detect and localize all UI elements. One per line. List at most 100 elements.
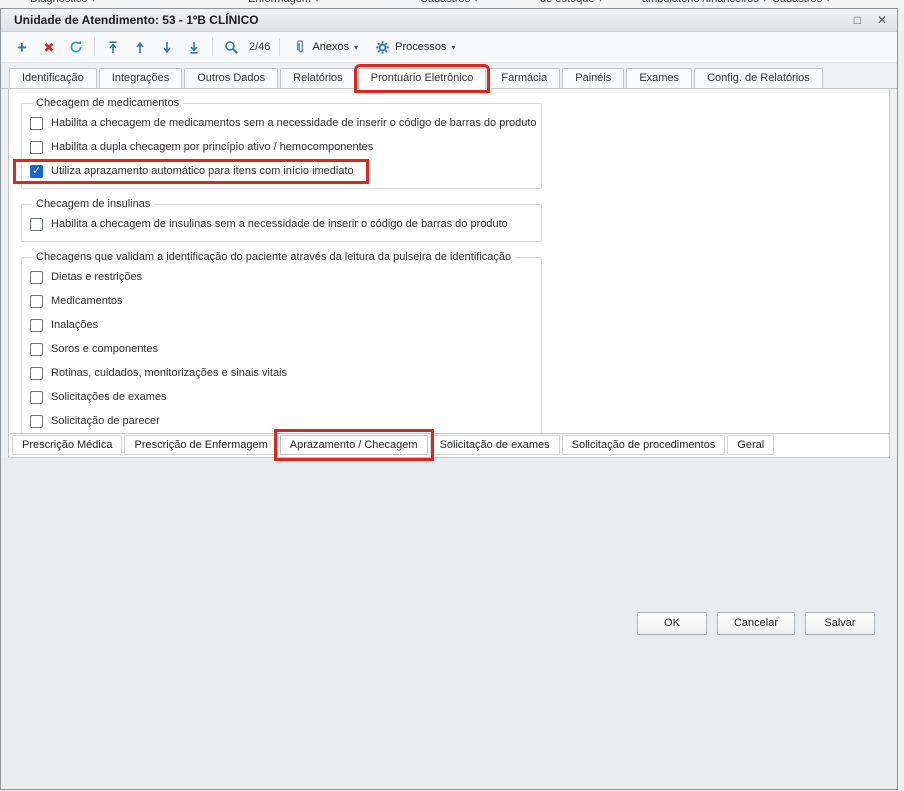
checkbox-icon[interactable] (30, 390, 43, 404)
red-x-icon: ✖ (43, 39, 55, 55)
search-button[interactable] (222, 37, 240, 57)
group-title: Checagem de medicamentos (36, 97, 180, 109)
chevron-down-icon: ▾ (354, 42, 359, 52)
checkbox-soros-e-componentes[interactable]: Soros e componentes (30, 337, 533, 361)
chevron-down-icon: ▾ (91, 0, 95, 4)
refresh-button[interactable] (67, 37, 85, 57)
top-tabstrip: Identificação Integrações Outros Dados R… (1, 63, 897, 93)
bottom-tab-aprazamento-checagem[interactable]: Aprazamento / Checagem (273, 429, 434, 461)
checkbox-label: Rotinas, cuidados, monitorizações e sina… (51, 367, 288, 379)
checkbox-icon[interactable] (30, 164, 43, 178)
paperclip-icon (297, 40, 304, 53)
window-controls: □ ✕ (854, 14, 887, 26)
group-checagens-pulseira-identificacao: Checagens que validam a identificação do… (21, 251, 542, 434)
checkbox-dietas-e-restricoes[interactable]: Dietas e restrições (30, 265, 533, 289)
checkbox-icon[interactable] (30, 414, 43, 428)
tab-relatorios[interactable]: Relatórios (280, 68, 356, 88)
checkbox-icon[interactable] (30, 217, 43, 231)
checkbox-rotinas-cuidados-monitorizacoes-sinais-vitais[interactable]: Rotinas, cuidados, monitorizações e sina… (30, 361, 533, 385)
chevron-down-icon: ▾ (598, 0, 602, 4)
background-menu-item[interactable]: de estoque▾ (540, 0, 602, 5)
dialog-unidade-de-atendimento: Unidade de Atendimento: 53 - 1ºB CLÍNICO… (0, 8, 898, 790)
checkbox-label: Habilita a dupla checagem por princípio … (51, 141, 374, 153)
checkbox-icon[interactable] (30, 318, 43, 332)
chevron-down-icon: ▾ (315, 0, 319, 4)
bottom-tab-geral[interactable]: Geral (727, 435, 775, 455)
bottom-tab-solicitacao-de-exames[interactable]: Solicitação de exames (429, 435, 560, 455)
save-button[interactable]: Salvar (805, 611, 875, 635)
maximize-button[interactable]: □ (854, 14, 861, 26)
titlebar[interactable]: Unidade de Atendimento: 53 - 1ºB CLÍNICO… (1, 9, 897, 32)
checkbox-label: Solicitação de parecer (51, 415, 160, 427)
plus-icon: + (17, 37, 27, 57)
checkbox-icon[interactable] (30, 342, 43, 356)
bottom-tab-solicitacao-de-procedimentos[interactable]: Solicitação de procedimentos (561, 435, 726, 455)
tab-farmacia[interactable]: Farmácia (488, 68, 561, 88)
checkbox-alta-transferencia[interactable]: Alta/transferência (30, 433, 533, 434)
tab-paineis[interactable]: Painéis (562, 68, 625, 88)
toolbar-separator (94, 38, 95, 56)
chevron-down-icon: ▾ (474, 0, 478, 4)
first-record-button[interactable] (104, 37, 122, 57)
checkbox-solicitacoes-de-exames[interactable]: Solicitações de exames (30, 385, 533, 409)
background-menu-item[interactable]: Enfermagem▾ (248, 0, 319, 5)
checkbox-solicitacao-de-parecer[interactable]: Solicitação de parecer (30, 409, 533, 433)
tab-exames[interactable]: Exames (626, 68, 693, 88)
arrow-to-top-icon (109, 40, 117, 53)
group-checagem-de-medicamentos: Checagem de medicamentos Habilita a chec… (13, 97, 542, 189)
tab-panel-prontuario-eletronico: Checagem de medicamentos Habilita a chec… (8, 89, 890, 434)
checkbox-icon[interactable] (30, 294, 43, 308)
checkbox-medicamentos[interactable]: Medicamentos (30, 289, 533, 313)
bottom-tab-prescricao-de-enfermagem[interactable]: Prescrição de Enfermagem (124, 435, 278, 455)
checkbox-icon[interactable] (30, 140, 43, 154)
checkbox-label: Soros e componentes (51, 343, 159, 355)
processos-label: Processos (395, 41, 447, 53)
arrow-to-bottom-icon (190, 41, 198, 54)
anexos-dropdown[interactable]: Anexos ▾ (289, 37, 362, 57)
background-menu-item[interactable]: ambulatório /financeiros▾ (642, 0, 767, 5)
checkbox-icon[interactable] (30, 270, 43, 284)
checkbox-habilita-checagem-insulinas-sem-codigo-barras[interactable]: Habilita a checagem de insulinas sem a n… (30, 212, 533, 236)
checkbox-inalacoes[interactable]: Inalações (30, 313, 533, 337)
toolbar: + ✖ 2/46 Anexos ▾ Processos ▾ (1, 32, 897, 63)
arrow-up-icon (136, 41, 144, 53)
processos-dropdown[interactable]: Processos ▾ (371, 38, 459, 57)
background-menu-item[interactable]: Cadastros▾ (772, 0, 830, 5)
ok-button[interactable]: OK (636, 611, 707, 635)
background-menu-item[interactable]: Diagnóstico▾ (30, 0, 96, 5)
checkbox-label: Dietas e restrições (51, 271, 143, 283)
checkbox-habilita-dupla-checagem-principio-ativo[interactable]: Habilita a dupla checagem por princípio … (30, 135, 533, 159)
checkbox-habilita-checagem-medicamentos-sem-codigo-barras[interactable]: Habilita a checagem de medicamentos sem … (30, 111, 537, 135)
group-title: Checagem de insulinas (36, 198, 151, 210)
tab-identificacao[interactable]: Identificação (9, 68, 97, 88)
annotation-red-box-checkbox: Utiliza aprazamento automático para iten… (13, 158, 369, 184)
toolbar-separator (279, 38, 281, 56)
tab-config-de-relatorios[interactable]: Config. de Relatórios (694, 68, 823, 88)
window-title: Unidade de Atendimento: 53 - 1ºB CLÍNICO (14, 13, 259, 27)
last-record-button[interactable] (185, 37, 203, 57)
chevron-down-icon: ▾ (763, 0, 767, 4)
checkbox-label: Inalações (51, 319, 99, 331)
anexos-label: Anexos (312, 41, 350, 53)
arrow-down-icon (163, 41, 171, 53)
tab-outros-dados[interactable]: Outros Dados (184, 68, 279, 88)
checkbox-label: Utiliza aprazamento automático para iten… (51, 165, 354, 177)
checkbox-icon[interactable] (30, 116, 43, 130)
checkbox-icon[interactable] (30, 366, 43, 380)
cancel-button[interactable]: Cancelar (716, 611, 795, 635)
tab-prontuario-eletronico[interactable]: Prontuário Eletrônico (353, 64, 491, 93)
background-menu-item[interactable]: Cadastros▾ (420, 0, 478, 5)
tab-integracoes[interactable]: Integrações (98, 68, 183, 88)
add-record-button[interactable]: + (13, 37, 31, 57)
close-button[interactable]: ✕ (877, 14, 887, 26)
group-title: Checagens que validam a identificação do… (36, 251, 512, 263)
previous-record-button[interactable] (131, 37, 149, 57)
gear-icon (376, 40, 390, 54)
background-app-menubar: Diagnóstico▾ Enfermagem▾ Cadastros▾ de e… (0, 0, 904, 8)
next-record-button[interactable] (158, 37, 176, 57)
refresh-icon (70, 40, 82, 53)
checkbox-utiliza-aprazamento-automatico-inicio-imediato[interactable]: Utiliza aprazamento automático para iten… (13, 158, 533, 184)
delete-record-button[interactable]: ✖ (40, 37, 58, 57)
toolbar-separator (212, 38, 213, 56)
bottom-tab-prescricao-medica[interactable]: Prescrição Médica (12, 435, 123, 455)
